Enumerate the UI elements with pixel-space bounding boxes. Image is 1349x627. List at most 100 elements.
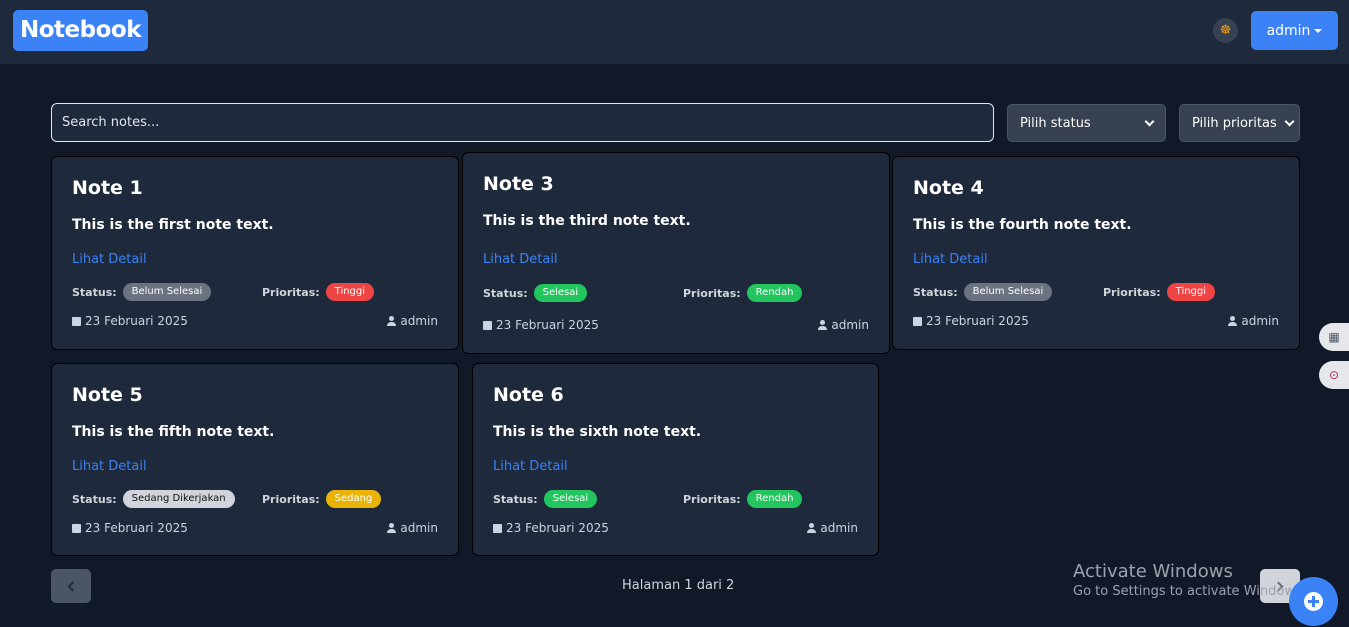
note-title: Note 6 [493, 384, 564, 406]
search-input[interactable] [51, 103, 994, 142]
note-date-text: 23 Februari 2025 [506, 521, 609, 535]
calendar-icon [913, 316, 922, 326]
note-status: Status: Selesai [483, 284, 588, 302]
note-author: admin [1228, 314, 1279, 328]
pagination-info: Halaman 1 dari 2 [622, 578, 735, 593]
note-date: 23 Februari 2025 [483, 318, 599, 332]
note-title: Note 3 [483, 173, 554, 195]
app-logo[interactable]: Notebook [13, 10, 149, 51]
note-author-text: admin [1241, 314, 1279, 328]
watermark-subtitle: Go to Settings to activate Windows. [1073, 584, 1306, 599]
note-status: Status: Belum Selesai [913, 283, 1053, 301]
note-author: admin [387, 314, 438, 328]
note-detail-link[interactable]: Lihat Detail [72, 459, 147, 474]
user-menu-label: admin [1266, 22, 1311, 39]
note-author-text: admin [831, 318, 869, 332]
top-navbar: Notebook ☸ admin [0, 0, 1349, 64]
side-translate-icon[interactable]: ⊙ [1319, 361, 1349, 389]
note-priority: Prioritas: Tinggi [262, 283, 375, 301]
note-status: Status: Selesai [493, 490, 598, 508]
status-badge: Belum Selesai [122, 283, 212, 301]
status-label: Status: [913, 285, 958, 299]
user-menu-button[interactable]: admin [1251, 11, 1338, 50]
status-badge: Belum Selesai [963, 283, 1053, 301]
plus-circle-icon [1304, 592, 1323, 611]
note-text: This is the third note text. [483, 213, 691, 229]
calendar-icon [483, 320, 492, 330]
note-text: This is the sixth note text. [493, 424, 702, 440]
side-apps-icon[interactable]: ▦ [1319, 323, 1349, 351]
status-filter-select[interactable]: Pilih status [1007, 104, 1166, 142]
status-badge: Sedang Dikerjakan [122, 490, 235, 508]
note-date-text: 23 Februari 2025 [496, 318, 599, 332]
priority-label: Prioritas: [683, 286, 741, 300]
theme-toggle-icon[interactable]: ☸ [1213, 18, 1238, 43]
note-priority: Prioritas: Tinggi [1103, 283, 1216, 301]
note-card: Note 5 This is the fifth note text. Liha… [51, 363, 459, 556]
note-priority: Prioritas: Rendah [683, 490, 803, 508]
note-date: 23 Februari 2025 [72, 521, 188, 535]
note-date-text: 23 Februari 2025 [85, 314, 188, 328]
priority-badge: Sedang [325, 490, 382, 508]
note-text: This is the fourth note text. [913, 217, 1132, 233]
note-date: 23 Februari 2025 [72, 314, 188, 328]
priority-label: Prioritas: [262, 492, 320, 506]
note-text: This is the fifth note text. [72, 424, 275, 440]
note-priority: Prioritas: Sedang [262, 490, 382, 508]
priority-badge: Tinggi [1166, 283, 1216, 301]
note-card: Note 4 This is the fourth note text. Lih… [892, 156, 1300, 350]
note-status: Status: Sedang Dikerjakan [72, 490, 235, 508]
prev-page-button[interactable] [51, 569, 91, 603]
calendar-icon [493, 523, 502, 533]
calendar-icon [72, 316, 81, 326]
note-author-text: admin [400, 521, 438, 535]
note-date: 23 Februari 2025 [493, 521, 609, 535]
priority-filter-select[interactable]: Pilih prioritas [1179, 104, 1300, 142]
note-card: Note 6 This is the sixth note text. Liha… [472, 363, 879, 556]
chevron-left-icon [67, 581, 78, 591]
priority-filter-label: Pilih prioritas [1192, 115, 1277, 131]
user-icon [818, 320, 828, 330]
user-icon [807, 523, 817, 533]
chevron-down-icon [1144, 116, 1155, 126]
note-text: This is the first note text. [72, 217, 274, 233]
user-icon [387, 316, 397, 326]
watermark-title: Activate Windows [1073, 561, 1233, 582]
note-detail-link[interactable]: Lihat Detail [72, 252, 147, 267]
priority-badge: Rendah [746, 284, 803, 302]
note-card: Note 3 This is the third note text. Liha… [462, 152, 890, 354]
note-date-text: 23 Februari 2025 [85, 521, 188, 535]
note-detail-link[interactable]: Lihat Detail [913, 252, 988, 267]
note-author-text: admin [400, 314, 438, 328]
user-icon [1228, 316, 1238, 326]
note-title: Note 1 [72, 177, 143, 199]
status-label: Status: [72, 285, 117, 299]
note-author: admin [807, 521, 858, 535]
note-date: 23 Februari 2025 [913, 314, 1029, 328]
calendar-icon [72, 523, 81, 533]
note-status: Status: Belum Selesai [72, 283, 212, 301]
status-label: Status: [483, 286, 528, 300]
note-author: admin [387, 521, 438, 535]
note-author: admin [818, 318, 869, 332]
note-detail-link[interactable]: Lihat Detail [493, 459, 568, 474]
note-title: Note 5 [72, 384, 143, 406]
chevron-down-icon [1284, 116, 1295, 126]
priority-label: Prioritas: [1103, 285, 1161, 299]
priority-label: Prioritas: [262, 285, 320, 299]
status-badge: Selesai [533, 284, 588, 302]
priority-badge: Tinggi [325, 283, 375, 301]
windows-activation-watermark: Activate Windows Go to Settings to activ… [1073, 561, 1306, 599]
note-author-text: admin [820, 521, 858, 535]
user-icon [387, 523, 397, 533]
add-note-button[interactable] [1289, 577, 1338, 626]
note-detail-link[interactable]: Lihat Detail [483, 252, 558, 267]
status-label: Status: [72, 492, 117, 506]
status-filter-label: Pilih status [1020, 115, 1091, 131]
status-label: Status: [493, 492, 538, 506]
status-badge: Selesai [543, 490, 598, 508]
caret-down-icon [1314, 28, 1323, 33]
note-title: Note 4 [913, 177, 984, 199]
note-date-text: 23 Februari 2025 [926, 314, 1029, 328]
priority-label: Prioritas: [683, 492, 741, 506]
